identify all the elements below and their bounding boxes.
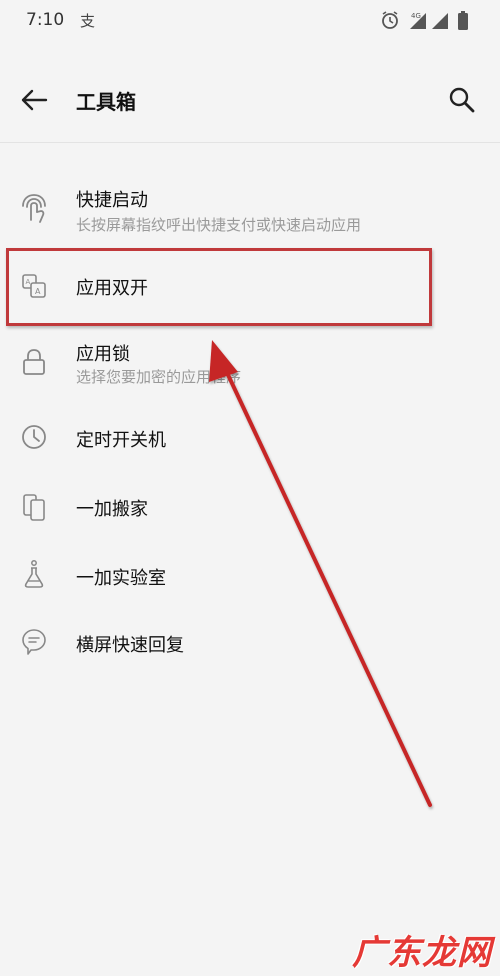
divider (0, 142, 500, 143)
network-type-label: 4G (411, 12, 421, 20)
list-item-scheduled-power[interactable]: 定时开关机 (0, 410, 500, 464)
chat-bubble-icon (16, 624, 52, 660)
item-label: 快捷启动 (76, 190, 148, 211)
watermark: 广东龙网 (352, 933, 492, 973)
clock-icon (16, 419, 52, 455)
list-item-app-locker[interactable]: 应用锁 选择您要加密的应用程序 (0, 332, 500, 396)
search-icon (449, 87, 475, 113)
back-arrow-icon (21, 89, 48, 111)
fingerprint-icon (16, 190, 52, 226)
item-label: 应用锁 (76, 344, 130, 365)
item-subtitle: 选择您要加密的应用程序 (76, 368, 242, 386)
page-title: 工具箱 (76, 90, 136, 114)
list-item-quick-launch[interactable]: 快捷启动 长按屏幕指纹呼出快捷支付或快速启动应用 (0, 178, 500, 242)
list-item-oneplus-switch[interactable]: 一加搬家 (0, 478, 500, 532)
signal-icon: 4G (410, 12, 426, 29)
status-icons: 4G (380, 9, 480, 31)
status-bar: 7:10 支 4G (0, 0, 500, 40)
list-item-oneplus-lab[interactable]: 一加实验室 (0, 546, 500, 600)
item-subtitle: 长按屏幕指纹呼出快捷支付或快速启动应用 (76, 216, 362, 234)
notification-icon: 支 (80, 12, 96, 30)
lock-icon (16, 344, 52, 380)
phone-switch-icon (16, 489, 52, 525)
alarm-icon (382, 11, 398, 29)
battery-icon (458, 11, 468, 30)
item-label: 横屏快速回复 (76, 635, 184, 656)
status-time: 7:10 (26, 10, 65, 30)
back-button[interactable] (14, 80, 54, 120)
item-label: 定时开关机 (76, 430, 166, 451)
app-bar: 工具箱 (0, 60, 500, 140)
signal-icon-2 (432, 13, 448, 29)
highlight-box (6, 248, 432, 326)
list-item-quick-reply[interactable]: 横屏快速回复 (0, 614, 500, 668)
item-label: 一加实验室 (76, 568, 166, 589)
item-label: 一加搬家 (76, 499, 148, 520)
lab-flask-icon (16, 556, 52, 592)
search-button[interactable] (442, 80, 482, 120)
